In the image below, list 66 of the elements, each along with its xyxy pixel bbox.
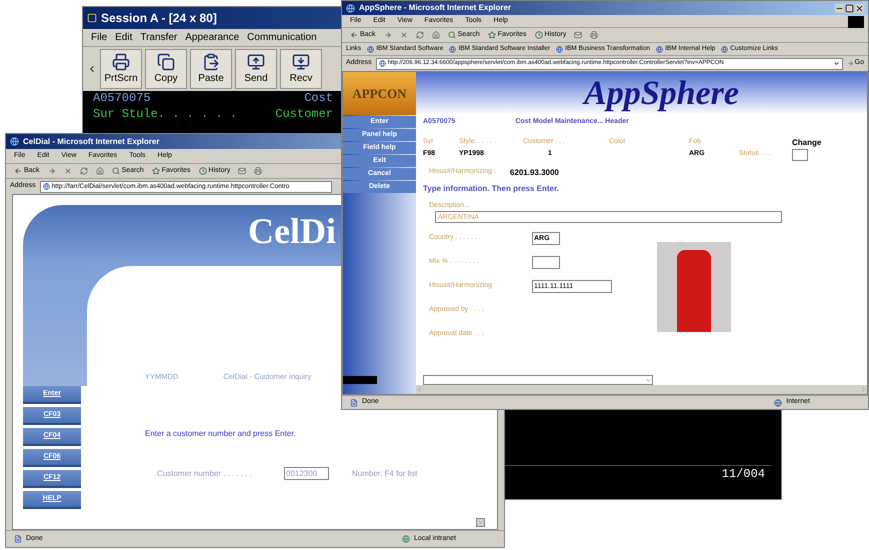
printer-icon[interactable] bbox=[590, 31, 598, 39]
instruction-text: Enter a customer number and press Enter. bbox=[145, 428, 297, 440]
monitor-up-icon bbox=[247, 53, 265, 71]
menu-item[interactable]: Transfer bbox=[140, 30, 178, 45]
printer-icon bbox=[112, 53, 130, 71]
search-icon bbox=[448, 31, 456, 39]
copy-icon bbox=[157, 53, 175, 71]
logo-text: CelDi bbox=[248, 213, 336, 253]
monitor-down-icon bbox=[292, 53, 310, 71]
terminal-text: A0570075 bbox=[93, 92, 151, 105]
field-label: Customer number . . . . . . . bbox=[157, 468, 254, 480]
refresh-icon[interactable] bbox=[416, 31, 424, 39]
field-hint: Number, F4 for list bbox=[352, 468, 418, 480]
field-value: 6201.93.3000 bbox=[510, 166, 559, 178]
home-icon[interactable] bbox=[96, 167, 104, 175]
terminal-text: Customer bbox=[275, 108, 333, 121]
mail-icon[interactable] bbox=[238, 167, 246, 175]
scroll-down-icon[interactable] bbox=[476, 518, 485, 527]
home-icon[interactable] bbox=[432, 31, 440, 39]
throbber-logo bbox=[848, 16, 864, 28]
internet-icon bbox=[774, 398, 782, 406]
paste-icon bbox=[202, 53, 220, 71]
banner-title: AppSphere bbox=[584, 76, 739, 110]
toolbar-button[interactable]: Copy bbox=[145, 49, 187, 89]
printer-icon[interactable] bbox=[254, 167, 262, 175]
intranet-icon bbox=[402, 535, 410, 543]
forward-arrow-icon[interactable] bbox=[384, 31, 392, 39]
maximize-icon[interactable] bbox=[845, 4, 854, 12]
instruction-text: Type information. Then press Enter. bbox=[423, 182, 560, 194]
star-icon bbox=[152, 167, 160, 175]
stop-icon[interactable] bbox=[64, 167, 72, 175]
menu-item[interactable]: Communication bbox=[247, 30, 317, 45]
close-icon[interactable] bbox=[855, 4, 864, 12]
back-arrow-icon bbox=[350, 31, 358, 39]
logo-text: APPCON bbox=[352, 84, 407, 103]
dropdown-field[interactable] bbox=[423, 375, 653, 385]
stop-icon[interactable] bbox=[400, 31, 408, 39]
toolbar-button[interactable]: Recv bbox=[280, 49, 322, 89]
cursor-position: 11/004 bbox=[722, 468, 765, 481]
toolbar-button[interactable]: Send bbox=[235, 49, 277, 89]
browser-icon bbox=[346, 4, 355, 12]
forward-arrow-icon[interactable] bbox=[48, 167, 56, 175]
terminal-text: Cost bbox=[304, 92, 333, 105]
menu-item[interactable]: Appearance bbox=[185, 30, 240, 45]
status-block bbox=[343, 376, 377, 384]
window-title: CelDial - Microsoft Internet Explorer bbox=[23, 136, 160, 148]
status-field[interactable] bbox=[792, 148, 808, 160]
mail-icon[interactable] bbox=[574, 31, 582, 39]
clock-icon bbox=[534, 31, 543, 39]
window-title: AppSphere - Microsoft Internet Explorer bbox=[359, 2, 512, 14]
minimize-icon[interactable] bbox=[835, 4, 844, 12]
search-icon bbox=[112, 167, 120, 175]
input-field[interactable] bbox=[532, 256, 560, 268]
window-title: Session A - [24 x 80] bbox=[101, 10, 217, 27]
go-arrow-icon bbox=[846, 60, 854, 67]
star-icon bbox=[488, 31, 496, 39]
column-label: Change bbox=[792, 136, 822, 148]
browser-icon bbox=[10, 137, 19, 146]
refresh-icon[interactable] bbox=[80, 167, 88, 175]
clock-icon bbox=[198, 167, 207, 175]
menu-item[interactable]: Edit bbox=[115, 30, 132, 45]
toolbar-button[interactable]: Paste bbox=[190, 49, 232, 89]
toolbar-button[interactable]: PrtScrn bbox=[100, 49, 142, 89]
terminal-text: Sur Stule. . . . . . bbox=[93, 108, 238, 121]
menu-item[interactable]: File bbox=[91, 30, 108, 45]
back-arrow-icon bbox=[14, 167, 22, 175]
